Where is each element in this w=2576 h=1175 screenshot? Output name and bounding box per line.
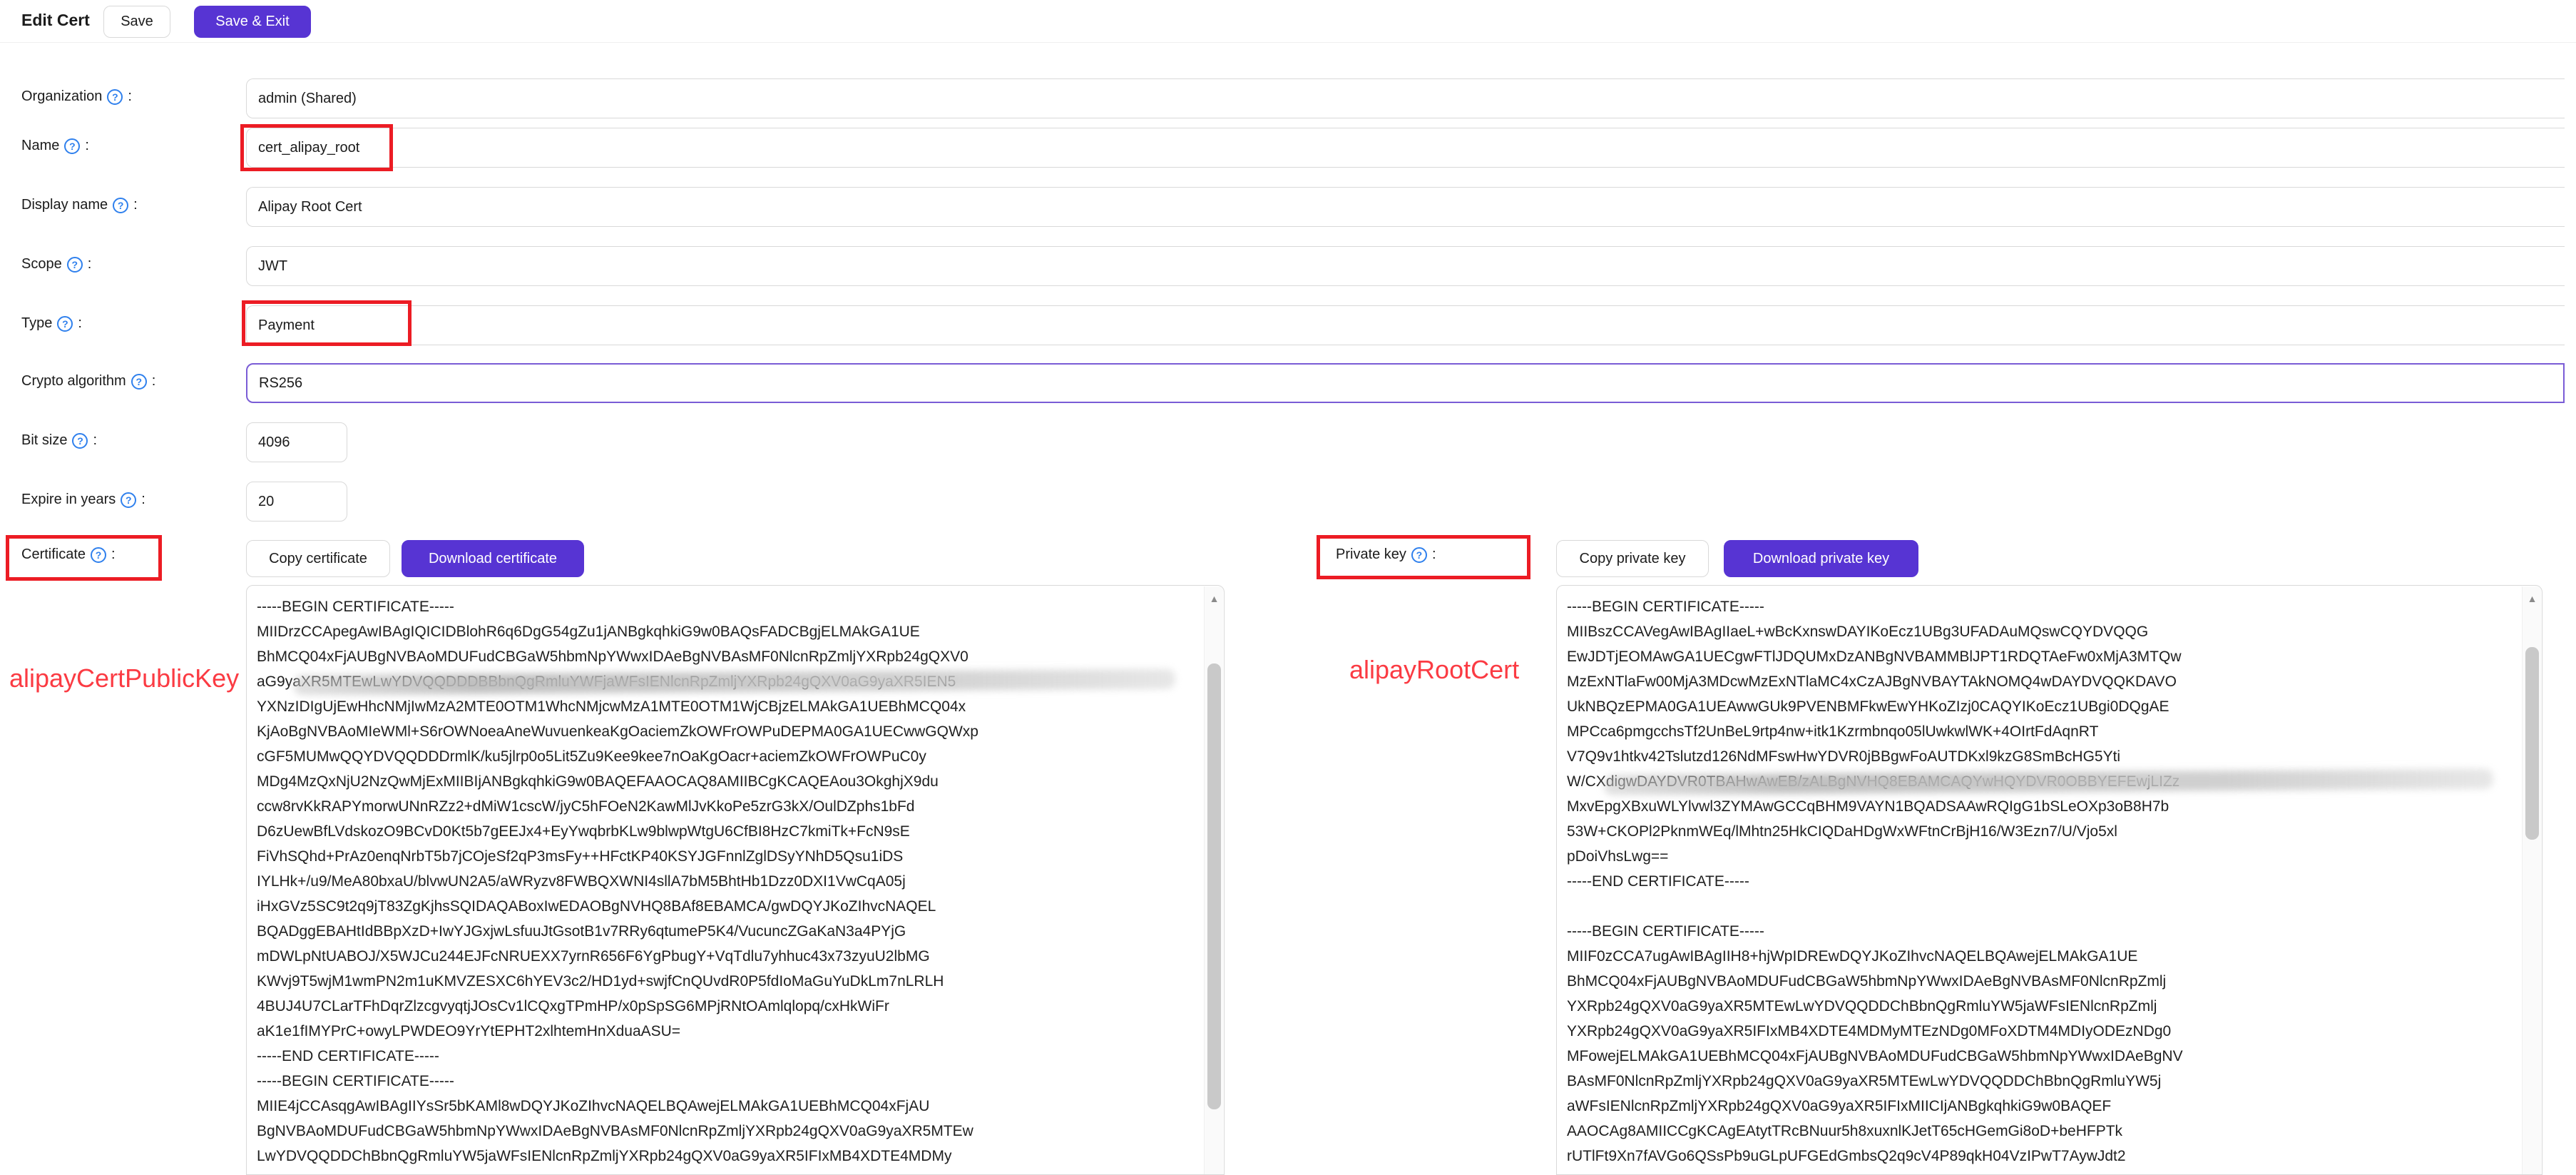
certificate-scrollbar[interactable]: ▲ bbox=[1204, 586, 1223, 1174]
cert-text-line: EwJDTjEOMAwGA1UECgwFTlJDQUMxDzANBgNVBAMM… bbox=[1567, 644, 2513, 669]
cert-text-line: MIIBszCCAVegAwIBAgIIaeL+wBcKxnswDAYIKoEc… bbox=[1567, 619, 2513, 644]
certificate-text: -----BEGIN CERTIFICATE-----MIIDrzCCApegA… bbox=[257, 594, 1195, 1169]
copy-private-key-button[interactable]: Copy private key bbox=[1556, 540, 1709, 577]
cert-text-line: KjAoBgNVBAoMIeWMl+S6rOWNoeaAneWuvuenkeaK… bbox=[257, 719, 1195, 744]
scope-input[interactable] bbox=[246, 246, 2565, 286]
help-icon[interactable]: ? bbox=[121, 492, 136, 508]
cert-text-line: KWvj9T5wjM1wmPN2m1uKMVZESXC6hYEV3c2/HD1y… bbox=[257, 969, 1195, 994]
scroll-up-icon[interactable]: ▲ bbox=[1205, 589, 1224, 608]
cert-text-line: BAsMF0NlcnRpZmljYXRpb24gQXV0aG9yaXR5MTEw… bbox=[1567, 1069, 2513, 1094]
cert-text-line: pDoiVhsLwg== bbox=[1567, 844, 2513, 869]
cert-text-line: -----BEGIN CERTIFICATE----- bbox=[257, 1069, 1195, 1094]
private-key-text: -----BEGIN CERTIFICATE-----MIIBszCCAVegA… bbox=[1567, 594, 2513, 1169]
organization-label: Organization ? : bbox=[21, 88, 132, 105]
help-icon[interactable]: ? bbox=[72, 433, 88, 449]
cert-text-line: -----BEGIN CERTIFICATE----- bbox=[1567, 594, 2513, 619]
private-key-textarea[interactable]: -----BEGIN CERTIFICATE-----MIIBszCCAVegA… bbox=[1556, 585, 2542, 1175]
scrollbar-thumb[interactable] bbox=[2525, 647, 2539, 840]
cert-text-line: -----BEGIN CERTIFICATE----- bbox=[1567, 919, 2513, 944]
cert-text-line: LwYDVQQDDChBbnQgRmluYW5jaWFsIENlcnRpZmlj… bbox=[257, 1144, 1195, 1169]
cert-text-line: 4BUJ4U7CLarTFhDqrZlzcgvyqtjJOsCv1lCQxgTP… bbox=[257, 994, 1195, 1019]
cert-text-line: BhMCQ04xFjAUBgNVBAoMDUFudCBGaW5hbmNpYWwx… bbox=[257, 644, 1195, 669]
certificate-textarea[interactable]: -----BEGIN CERTIFICATE-----MIIDrzCCApegA… bbox=[246, 585, 1225, 1175]
red-highlight-box-name bbox=[240, 124, 393, 171]
cert-text-line: MPCca6pmgcchsTf2UnBeL9rtp4nw+itk1Kzrmbnq… bbox=[1567, 719, 2513, 744]
display-name-input[interactable] bbox=[246, 187, 2565, 227]
cert-text-line: iHxGVz5SC9t2q9jT83ZgKjhsSQIDAQABoxIwEDAO… bbox=[257, 894, 1195, 919]
crypto-algorithm-label: Crypto algorithm ? : bbox=[21, 373, 155, 390]
bit-size-label: Bit size ? : bbox=[21, 432, 97, 449]
name-label: Name ? : bbox=[21, 138, 89, 154]
help-icon[interactable]: ? bbox=[131, 374, 147, 390]
cert-text-line: aWFsIENlcnRpZmljYXRpb24gQXV0aG9yaXR5IFIx… bbox=[1567, 1094, 2513, 1119]
cert-text-line: FiVhSQhd+PrAz0enqNrbT5b7jCOjeSf2qP3msFy+… bbox=[257, 844, 1195, 869]
cert-text-line: aG9yaXR5MTEwLwYDVQQDDDBBbnQgRmluYWFjaWFs… bbox=[257, 669, 1195, 694]
save-button[interactable]: Save bbox=[103, 6, 170, 38]
cert-text-line: aK1e1fIMYPrC+owyLPWDEO9YrYtEPHT2xlhtemHn… bbox=[257, 1019, 1195, 1044]
expire-in-years-input[interactable] bbox=[246, 482, 347, 522]
private-key-scrollbar[interactable]: ▲ bbox=[2522, 586, 2541, 1174]
cert-text-line: MxvEpgXBxuWLYlvwl3ZYMAwGCCqBHM9VAYN1BQAD… bbox=[1567, 794, 2513, 819]
cert-text-line: 53W+CKOPl2PknmWEq/lMhtn25HkCIQDaHDgWxWFt… bbox=[1567, 819, 2513, 844]
cert-text-line: UkNBQzEPMA0GA1UEAwwGUk9PVENBMFkwEwYHKoZI… bbox=[1567, 694, 2513, 719]
cert-text-line: AAOCAg8AMIICCgKCAgEAtytTRcBNuur5h8xuxnlK… bbox=[1567, 1119, 2513, 1144]
cert-text-line: YXRpb24gQXV0aG9yaXR5MTEwLwYDVQQDDChBbnQg… bbox=[1567, 994, 2513, 1019]
bit-size-input[interactable] bbox=[246, 422, 347, 462]
red-highlight-box-certificate-label bbox=[6, 535, 162, 581]
expire-in-years-label: Expire in years ? : bbox=[21, 492, 145, 508]
help-icon[interactable]: ? bbox=[113, 198, 128, 213]
cert-text-line: MzExNTlaFw00MjA3MDcwMzExNTlaMC4xCzAJBgNV… bbox=[1567, 669, 2513, 694]
help-icon[interactable]: ? bbox=[57, 316, 73, 332]
cert-text-line: YXNzIDIgUjEwHhcNMjIwMzA2MTE0OTM1WhcNMjcw… bbox=[257, 694, 1195, 719]
scope-label: Scope ? : bbox=[21, 256, 91, 273]
cert-text-line: -----END CERTIFICATE----- bbox=[1567, 869, 2513, 894]
help-icon[interactable]: ? bbox=[67, 257, 83, 273]
cert-text-line: cGF5MUMwQQYDVQQDDDrmlK/ku5jlrp0o5Lit5Zu9… bbox=[257, 744, 1195, 769]
red-highlight-box-private-key-label bbox=[1317, 535, 1530, 579]
red-highlight-box-type bbox=[242, 300, 412, 346]
cert-text-line: BQADggEBAHtIdBBpXzD+IwYJGxjwLsfuuJtGsotB… bbox=[257, 919, 1195, 944]
cert-text-line: rUTlFt9Xn7fAVGo6QSsPb9uGLpUFGEdGmbsQ2q9c… bbox=[1567, 1144, 2513, 1169]
cert-text-line: ccw8rvKkRAPYmorwUNnRZz2+dMiW1cscW/jyC5hF… bbox=[257, 794, 1195, 819]
cert-text-line: -----BEGIN CERTIFICATE----- bbox=[257, 594, 1195, 619]
download-certificate-button[interactable]: Download certificate bbox=[402, 540, 584, 577]
scroll-up-icon[interactable]: ▲ bbox=[2523, 589, 2542, 608]
help-icon[interactable]: ? bbox=[64, 138, 80, 154]
page-title: Edit Cert bbox=[21, 11, 90, 30]
download-private-key-button[interactable]: Download private key bbox=[1724, 540, 1918, 577]
cert-text-line: MIIF0zCCA7ugAwIBAgIIH8+hjWpIDREwDQYJKoZI… bbox=[1567, 944, 2513, 969]
cert-text-line: W/CXdigwDAYDVR0TBAHwAwEB/zALBgNVHQ8EBAMC… bbox=[1567, 769, 2513, 794]
annotation-alipay-root-cert: alipayRootCert bbox=[1349, 655, 1519, 685]
crypto-algorithm-select[interactable] bbox=[246, 363, 2565, 403]
cert-text-line: MDg4MzQxNjU2NzQwMjExMIIBIjANBgkqhkiG9w0B… bbox=[257, 769, 1195, 794]
copy-certificate-button[interactable]: Copy certificate bbox=[246, 540, 390, 577]
organization-input[interactable] bbox=[246, 78, 2565, 118]
cert-text-line: V7Q9v1htkv42Tslutzd126NdMFswHwYDVR0jBBgw… bbox=[1567, 744, 2513, 769]
type-input[interactable] bbox=[246, 305, 2565, 345]
save-and-exit-button[interactable]: Save & Exit bbox=[194, 6, 311, 38]
cert-text-line: BgNVBAoMDUFudCBGaW5hbmNpYWwxIDAeBgNVBAsM… bbox=[257, 1119, 1195, 1144]
display-name-label: Display name ? : bbox=[21, 197, 138, 213]
toolbar: Edit Cert Save Save & Exit bbox=[0, 0, 2576, 43]
name-input[interactable] bbox=[246, 128, 2565, 168]
cert-text-line: BhMCQ04xFjAUBgNVBAoMDUFudCBGaW5hbmNpYWwx… bbox=[1567, 969, 2513, 994]
cert-text-line: D6zUewBfLVdskozO9BCvD0Kt5b7gEEJx4+EyYwqb… bbox=[257, 819, 1195, 844]
cert-text-line: IYLHk+/u9/MeA80bxaU/blvwUN2A5/aWRyzv8FWB… bbox=[257, 869, 1195, 894]
help-icon[interactable]: ? bbox=[107, 89, 123, 105]
cert-text-line: MIIDrzCCApegAwIBAgIQICIDBlohR6q6DgG54gZu… bbox=[257, 619, 1195, 644]
annotation-alipay-cert-public-key: alipayCertPublicKey bbox=[9, 663, 239, 693]
cert-text-line: -----END CERTIFICATE----- bbox=[257, 1044, 1195, 1069]
scrollbar-thumb[interactable] bbox=[1207, 663, 1221, 1109]
cert-text-line: mDWLpNtUABOJ/X5WJCu244EJFcNRUEXX7yrnR656… bbox=[257, 944, 1195, 969]
cert-text-line: YXRpb24gQXV0aG9yaXR5IFIxMB4XDTE4MDMyMTEz… bbox=[1567, 1019, 2513, 1044]
cert-text-line: MIIE4jCCAsqgAwIBAgIIYsSr5bKAMl8wDQYJKoZI… bbox=[257, 1094, 1195, 1119]
cert-text-line bbox=[1567, 894, 2513, 919]
type-label: Type ? : bbox=[21, 315, 82, 332]
cert-text-line: MFowejELMAkGA1UEBhMCQ04xFjAUBgNVBAoMDUFu… bbox=[1567, 1044, 2513, 1069]
